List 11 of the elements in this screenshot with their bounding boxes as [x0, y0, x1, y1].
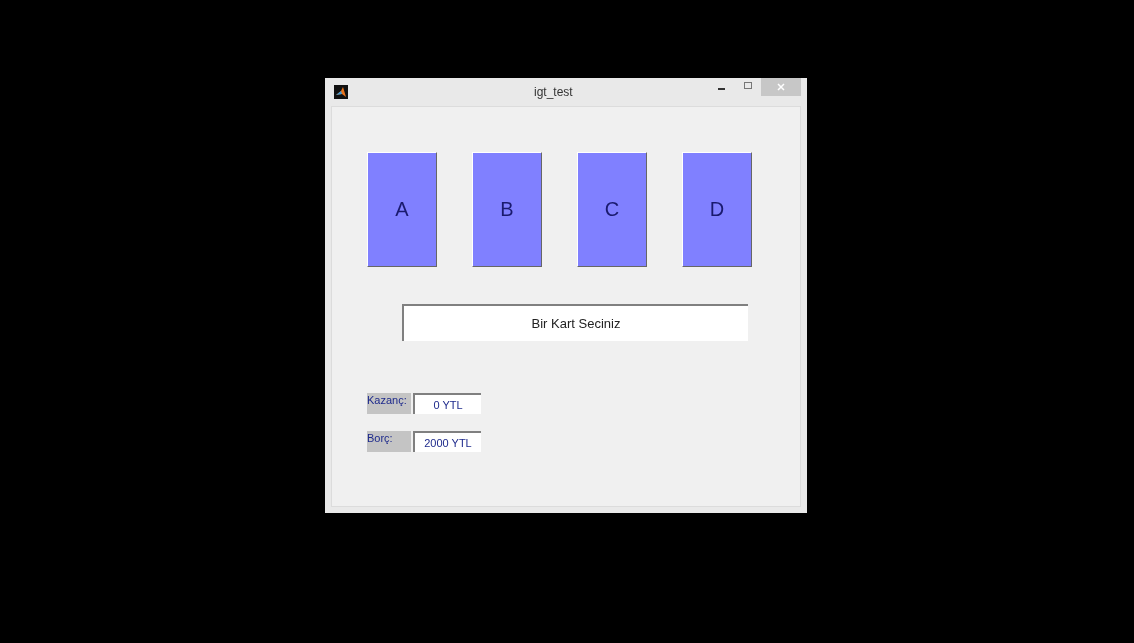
stat-label: Borç:: [367, 431, 411, 452]
card-button[interactable]: A: [367, 152, 437, 267]
stat-value-field: 0 YTL: [413, 393, 481, 414]
card-button[interactable]: B: [472, 152, 542, 267]
card-button[interactable]: C: [577, 152, 647, 267]
window-title: igt_test: [534, 85, 573, 99]
card-button[interactable]: D: [682, 152, 752, 267]
stat-label: Kazanç:: [367, 393, 411, 414]
message-field: Bir Kart Seciniz: [402, 304, 748, 341]
app-icon: [334, 85, 348, 99]
stat-value-field: 2000 YTL: [413, 431, 481, 452]
